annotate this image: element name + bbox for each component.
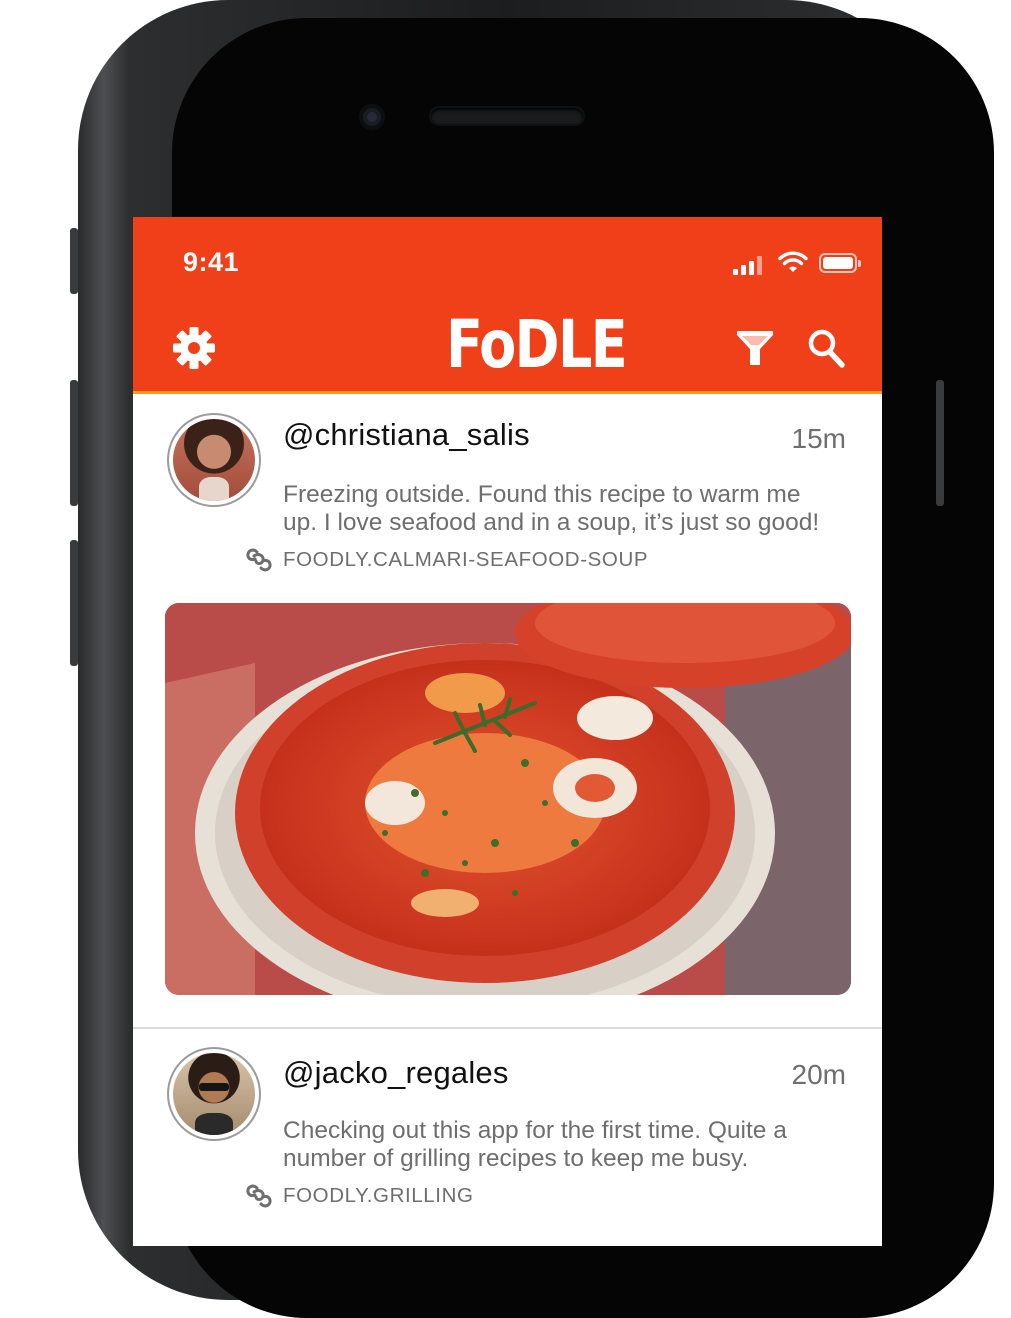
mute-switch (70, 228, 78, 294)
post-recipe-link[interactable]: FOODLY.CALMARI-SEAFOOD-SOUP (245, 547, 648, 573)
filter-funnel-icon[interactable] (735, 327, 775, 369)
post-username[interactable]: @jacko_regales (283, 1055, 509, 1091)
post-timestamp: 20m (791, 1059, 846, 1090)
avatar[interactable] (167, 413, 261, 507)
avatar-photo (173, 419, 255, 501)
app-logo: FoDLE (446, 306, 628, 383)
post-text: Checking out this app for the first time… (283, 1117, 853, 1173)
post-photo[interactable] (165, 603, 851, 995)
chain-link-icon (246, 548, 272, 572)
status-time: 9:41 (183, 247, 240, 277)
post-text-line: Freezing outside. Found this recipe to w… (283, 481, 801, 508)
feed-post[interactable]: @christiana_salis 15m Freezing outside. … (133, 391, 882, 1027)
recipe-link-label: FOODLY.GRILLING (283, 1184, 474, 1207)
avatar-photo (173, 1053, 255, 1135)
app-screen: 9:41 FoDLE @christiana_salis 15m Freezin… (133, 217, 882, 1246)
app-header: 9:41 FoDLE (133, 217, 882, 394)
post-text-line: Checking out this app for the first time… (283, 1117, 787, 1144)
volume-down-button (70, 540, 78, 666)
cellular-signal-icon (733, 255, 767, 275)
post-username[interactable]: @christiana_salis (283, 417, 530, 453)
feed-post[interactable]: @jacko_regales 20m Checking out this app… (133, 1029, 882, 1246)
battery-icon (819, 253, 861, 273)
front-camera (359, 104, 385, 130)
post-text: Freezing outside. Found this recipe to w… (283, 481, 853, 537)
post-text-line: number of grilling recipes to keep me bu… (283, 1145, 749, 1172)
seafood-soup-image (165, 603, 851, 995)
avatar[interactable] (167, 1047, 261, 1141)
volume-up-button (70, 380, 78, 506)
post-recipe-link[interactable]: FOODLY.GRILLING (245, 1183, 474, 1209)
recipe-link-label: FOODLY.CALMARI-SEAFOOD-SOUP (283, 548, 649, 571)
earpiece-speaker (431, 108, 583, 124)
chain-link-icon (246, 1184, 272, 1208)
post-text-line: up. I love seafood and in a soup, it’s j… (283, 509, 820, 536)
power-button (936, 380, 944, 506)
post-timestamp: 15m (791, 423, 846, 454)
settings-gear-icon[interactable] (173, 327, 215, 369)
search-icon[interactable] (806, 327, 846, 369)
wifi-icon (778, 251, 808, 272)
